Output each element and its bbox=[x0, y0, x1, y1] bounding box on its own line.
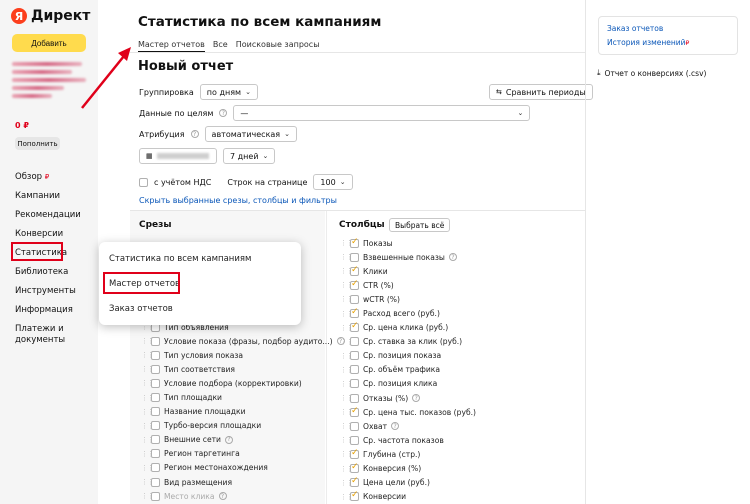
change-history-link[interactable]: История изменений₽ bbox=[607, 38, 689, 47]
download-icon: ⤓ bbox=[597, 68, 601, 77]
right-links-box bbox=[598, 16, 738, 55]
conversions-report-download[interactable]: ⤓ Отчет о конверсиях (.csv) bbox=[597, 68, 706, 78]
right-column-divider bbox=[585, 0, 586, 504]
order-reports-link[interactable]: Заказ отчетов bbox=[607, 24, 663, 33]
